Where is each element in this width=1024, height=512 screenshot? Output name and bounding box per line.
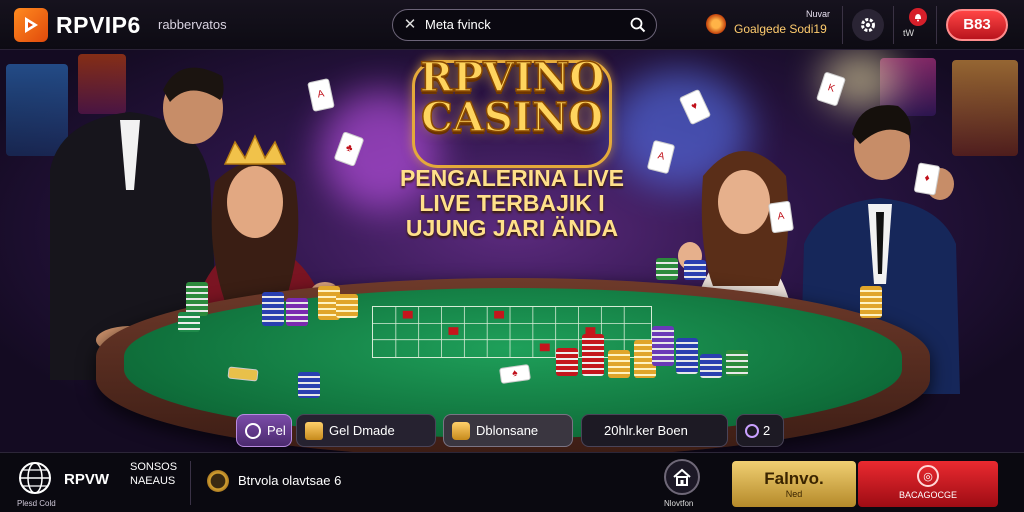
game-mode-button[interactable]: Gel Dmade [296,414,436,447]
home-icon [673,468,691,486]
chip-stack [556,348,578,376]
play-button-label: Pel [267,423,286,438]
title-line-1: RPVINO [419,54,605,101]
login-button-sublabel: Ned [785,489,803,499]
divider [936,6,937,44]
dice-icon: ◎ [917,465,939,487]
promo-label[interactable]: Goalgede Sodi19 [734,22,827,36]
chip-stack [178,312,200,332]
register-button[interactable]: ◎ BACAGOCGE [858,461,998,507]
tagline-line-3: UJUNG JARI ÄNDA [405,215,619,241]
footer-link-2[interactable]: NAEAUS [130,475,175,487]
login-button-label: Falnvo. [764,469,824,488]
chip-stack [726,350,748,376]
bonus-label: Dblonsane [476,423,539,438]
brand-subtitle: rabbervatos [158,17,227,32]
playing-card: A [307,78,335,112]
chip-stack [860,286,882,318]
divider [893,6,894,44]
bell-icon [915,14,921,22]
chip-stack [700,354,722,378]
home-caption: Nlovtfon [664,499,694,508]
tagline-line-1: PENGALERINA LIVE [399,165,625,191]
play-logo-icon [25,17,38,33]
promo-top-label: Nuvar [806,9,831,19]
play-button[interactable]: Pel [236,414,292,447]
chip-stack [298,372,320,398]
crown-icon [305,421,323,440]
brand-name: RPVIP6 [56,12,141,38]
footer-brand[interactable]: RPVW [64,471,109,488]
globe-caption: Plesd Cold [17,499,56,508]
divider [842,6,843,44]
balance-button[interactable]: B83 [946,9,1008,41]
gear-icon [861,18,875,32]
chip-stack [186,282,208,316]
footer-message: Btrvola olavtsae 6 [238,473,342,488]
hero-tagline: PENGALERINA LIVE LIVE TERBAJIK I UJUNG J… [380,166,644,241]
home-button[interactable] [664,459,700,495]
chip-stack [656,258,678,280]
live-bet-button[interactable]: 20hlr.ker Boen [581,414,728,447]
casino-page: RPVIP6 rabbervatos ✕ Meta fvinck Nuvar G… [0,0,1024,512]
register-button-label: BACAGOCGE [898,490,957,500]
live-bet-label: 20hlr.ker Boen [604,423,688,438]
gift-icon [452,421,470,440]
coin-icon [207,470,229,492]
chat-count: 2 [763,423,771,438]
footer-link-1[interactable]: SONSOS [130,461,177,473]
play-icon [245,422,261,439]
chip-stack [684,260,706,280]
close-icon[interactable]: ✕ [401,16,419,34]
globe-icon[interactable] [18,461,52,495]
chat-icon [745,423,759,438]
tagline-line-2: LIVE TERBAJIK I [419,190,605,216]
login-button[interactable]: Falnvo. Ned [732,461,856,507]
chip-stack [676,338,698,374]
bottom-bar: Plesd Cold RPVW SONSOS NAEAUS Btrvola ol… [0,452,1024,512]
playing-card: A [768,200,794,234]
chat-button[interactable]: 2 [736,414,784,447]
search-icon[interactable] [630,17,646,33]
notification-label: tW [903,28,914,38]
chip-stack [582,334,604,376]
game-mode-label: Gel Dmade [329,423,395,438]
search-input[interactable]: Meta fvinck [425,17,491,32]
hero-banner: A ♣ ♥ A K ♦ A RPVINO CASINO PENGALERINA … [0,50,1024,452]
notification-button[interactable] [909,8,927,26]
promo-icon [706,14,726,34]
chip-stack [336,294,358,318]
chip-stack [286,298,308,326]
chip-stack [262,292,284,326]
top-bar: RPVIP6 rabbervatos ✕ Meta fvinck Nuvar G… [0,0,1024,50]
brand-logo[interactable] [14,8,48,42]
chip-stack [608,350,630,378]
title-line-2: CASINO [420,94,603,141]
casino-title: RPVINO CASINO [380,54,644,141]
chip-stack [652,326,674,366]
settings-button[interactable] [852,9,884,41]
search-box[interactable]: ✕ Meta fvinck [392,9,657,41]
bonus-button[interactable]: Dblonsane [443,414,573,447]
divider [190,461,191,505]
